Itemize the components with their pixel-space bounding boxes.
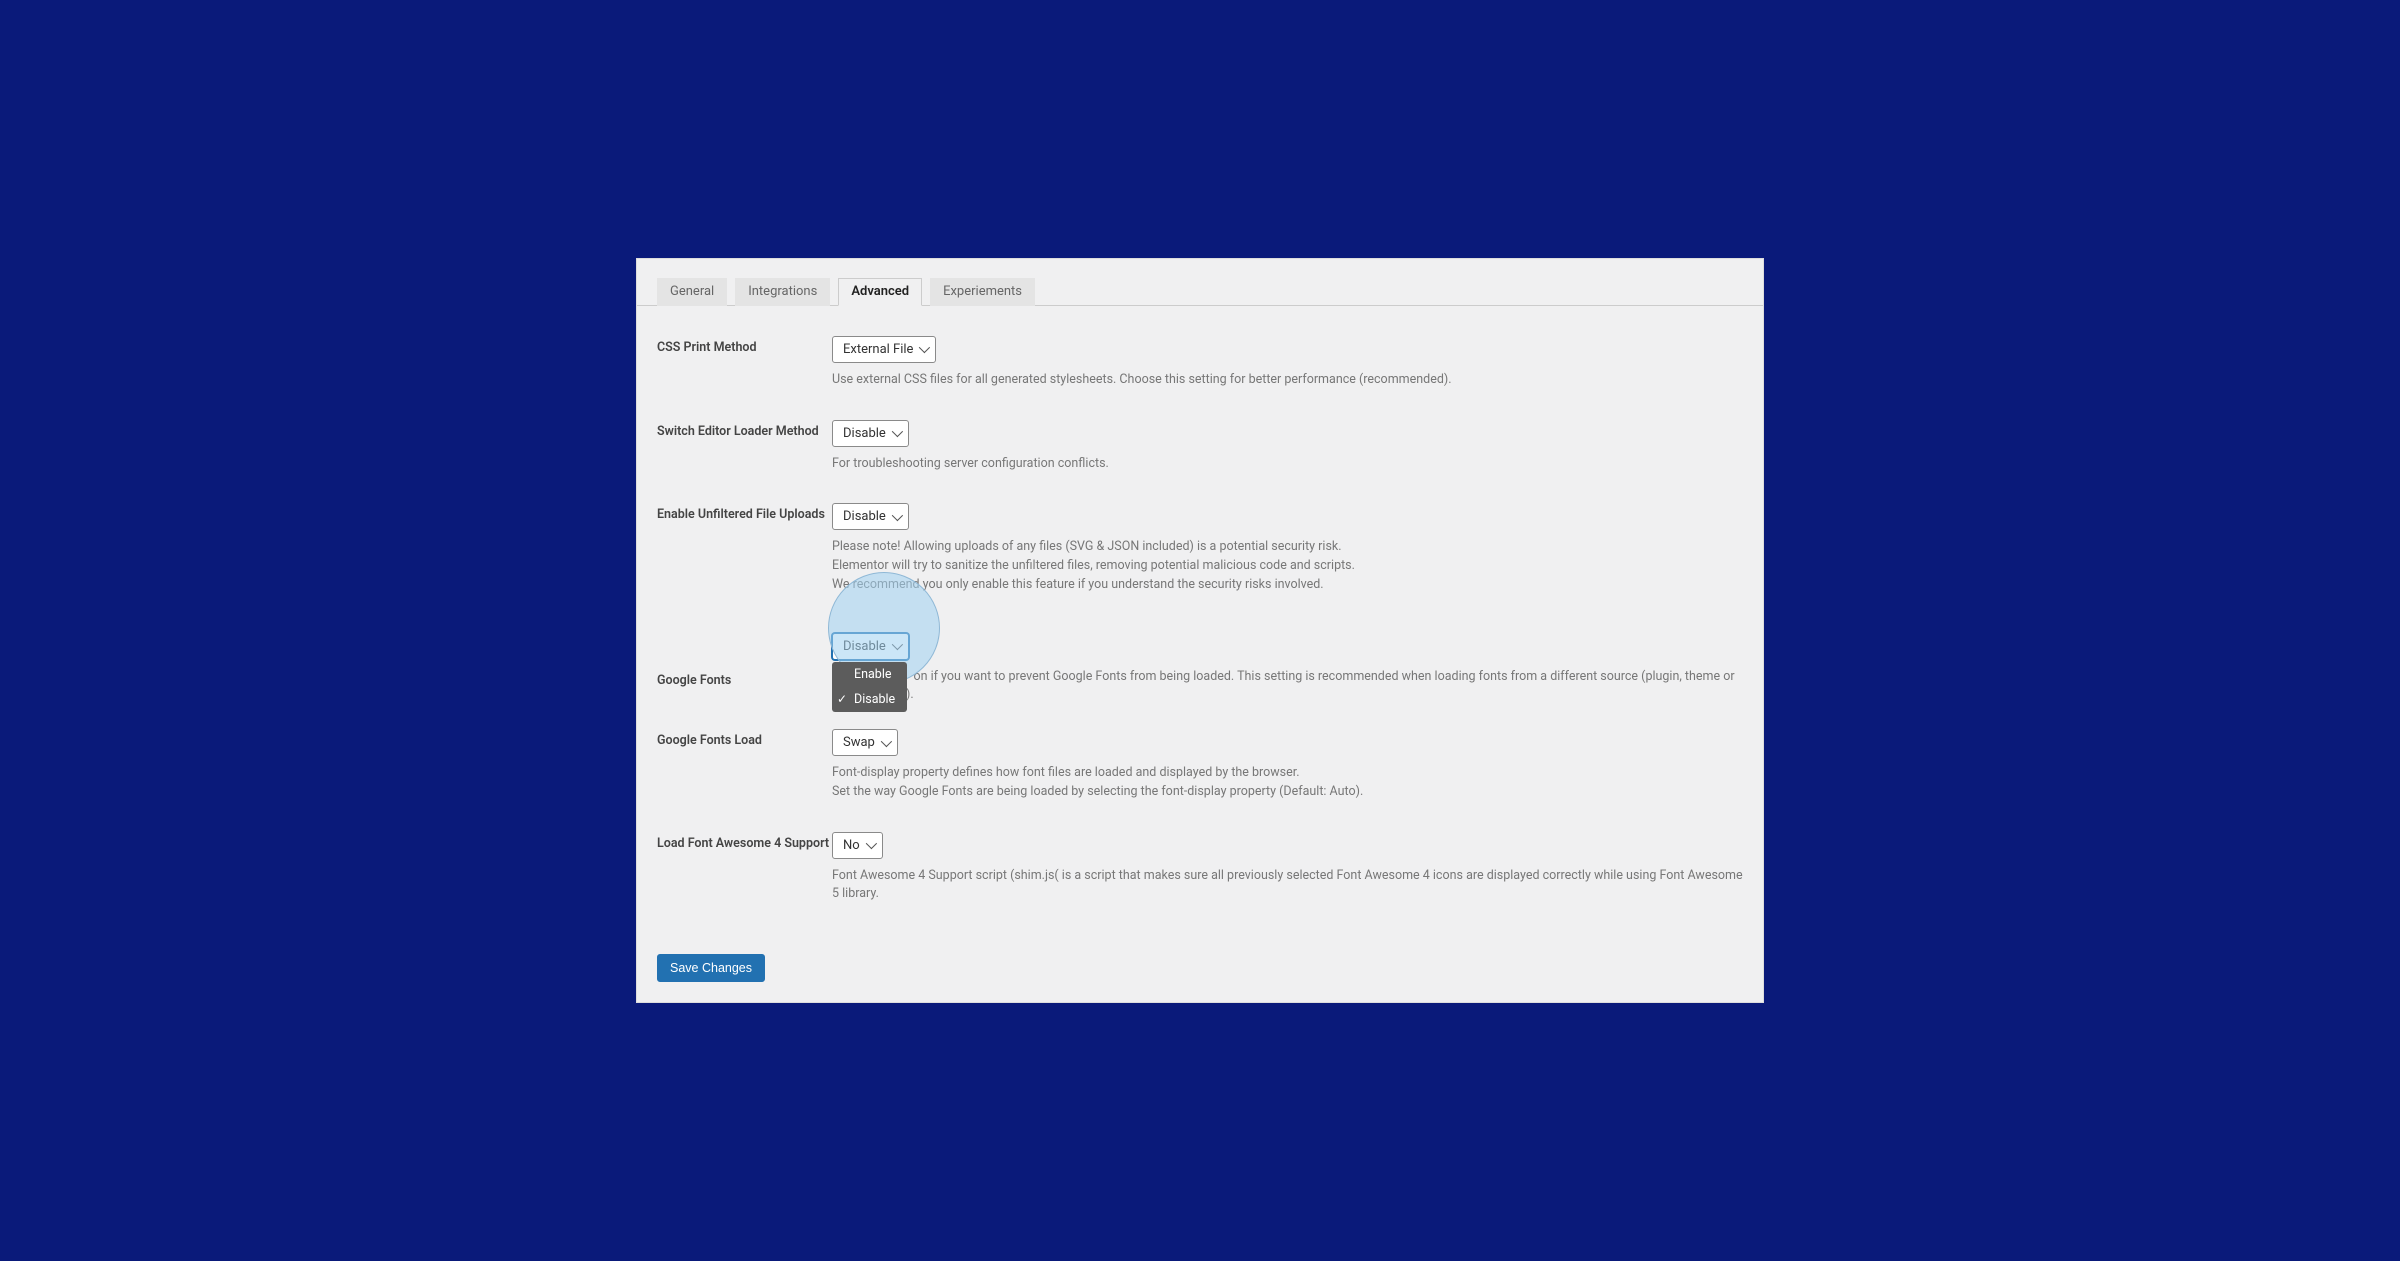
tab-experiments[interactable]: Experiements	[930, 278, 1035, 306]
select-google-fonts[interactable]: Disable	[832, 633, 909, 660]
select-value: Swap	[843, 735, 875, 750]
control-unfiltered-uploads: Disable Please note! Allowing uploads of…	[832, 503, 1743, 594]
desc-unfiltered-uploads: Please note! Allowing uploads of any fil…	[832, 538, 1743, 594]
tab-general[interactable]: General	[657, 278, 727, 306]
option-enable[interactable]: Enable	[832, 662, 907, 687]
chevron-down-icon	[892, 426, 903, 437]
select-value: Disable	[843, 509, 886, 524]
row-unfiltered-uploads: Enable Unfiltered File Uploads Disable P…	[637, 503, 1763, 624]
select-css-print[interactable]: External File	[832, 336, 936, 363]
label-google-fonts-load: Google Fonts Load	[657, 729, 832, 750]
dropdown-google-fonts: Enable ✓ Disable	[832, 662, 907, 712]
desc-css-print: Use external CSS files for all generated…	[832, 371, 1743, 390]
label-unfiltered-uploads: Enable Unfiltered File Uploads	[657, 503, 832, 524]
option-label: Disable	[854, 692, 895, 707]
desc-google-fonts: hidden spacer on if you want to prevent …	[832, 668, 1743, 706]
chevron-down-icon	[881, 736, 892, 747]
control-google-fonts: Disable Enable ✓ Disable hidden spacer o…	[832, 633, 1743, 706]
control-font-awesome-4: No Font Awesome 4 Support script (shim.j…	[832, 832, 1743, 905]
desc-line: Please note! Allowing uploads of any fil…	[832, 539, 1342, 554]
check-icon: ✓	[837, 692, 847, 706]
tabs-bar: General Integrations Advanced Experiemen…	[637, 259, 1763, 306]
chevron-down-icon	[892, 639, 903, 650]
chevron-down-icon	[865, 838, 876, 849]
chevron-down-icon	[919, 342, 930, 353]
desc-line: We recommend you only enable this featur…	[832, 577, 1324, 592]
desc-font-awesome-4: Font Awesome 4 Support script (shim.js( …	[832, 867, 1743, 905]
control-google-fonts-load: Swap Font-display property defines how f…	[832, 729, 1743, 802]
label-google-fonts: Google Fonts	[657, 633, 832, 690]
select-unfiltered-uploads[interactable]: Disable	[832, 503, 909, 530]
desc-google-fonts-load: Font-display property defines how font f…	[832, 764, 1743, 802]
control-css-print: External File Use external CSS files for…	[832, 336, 1743, 390]
row-google-fonts: Google Fonts Disable Enable ✓ Disable hi…	[637, 625, 1763, 736]
tab-integrations[interactable]: Integrations	[735, 278, 830, 306]
select-value: Disable	[843, 426, 886, 441]
select-switch-editor[interactable]: Disable	[832, 420, 909, 447]
chevron-down-icon	[892, 510, 903, 521]
select-google-fonts-load[interactable]: Swap	[832, 729, 898, 756]
select-value: No	[843, 838, 860, 853]
row-font-awesome-4: Load Font Awesome 4 Support No Font Awes…	[637, 832, 1763, 935]
desc-line: Set the way Google Fonts are being loade…	[832, 784, 1363, 799]
settings-rows: CSS Print Method External File Use exter…	[637, 306, 1763, 934]
row-css-print: CSS Print Method External File Use exter…	[637, 336, 1763, 420]
option-disable[interactable]: ✓ Disable	[832, 687, 907, 712]
settings-panel: General Integrations Advanced Experiemen…	[636, 258, 1764, 1003]
label-font-awesome-4: Load Font Awesome 4 Support	[657, 832, 832, 853]
desc-line: Font-display property defines how font f…	[832, 765, 1300, 780]
select-font-awesome-4[interactable]: No	[832, 832, 883, 859]
desc-switch-editor: For troubleshooting server configuration…	[832, 455, 1743, 474]
control-switch-editor: Disable For troubleshooting server confi…	[832, 420, 1743, 474]
select-value: External File	[843, 342, 913, 357]
row-switch-editor: Switch Editor Loader Method Disable For …	[637, 420, 1763, 504]
desc-line: Elementor will try to sanitize the unfil…	[832, 558, 1355, 573]
tab-advanced[interactable]: Advanced	[838, 278, 922, 306]
label-css-print: CSS Print Method	[657, 336, 832, 357]
select-value: Disable	[843, 639, 886, 654]
save-button[interactable]: Save Changes	[657, 954, 765, 982]
desc-text: on if you want to prevent Google Fonts f…	[913, 669, 1734, 684]
save-wrap: Save Changes	[637, 934, 1763, 1002]
row-google-fonts-load: Google Fonts Load Swap Font-display prop…	[637, 729, 1763, 832]
label-switch-editor: Switch Editor Loader Method	[657, 420, 832, 441]
